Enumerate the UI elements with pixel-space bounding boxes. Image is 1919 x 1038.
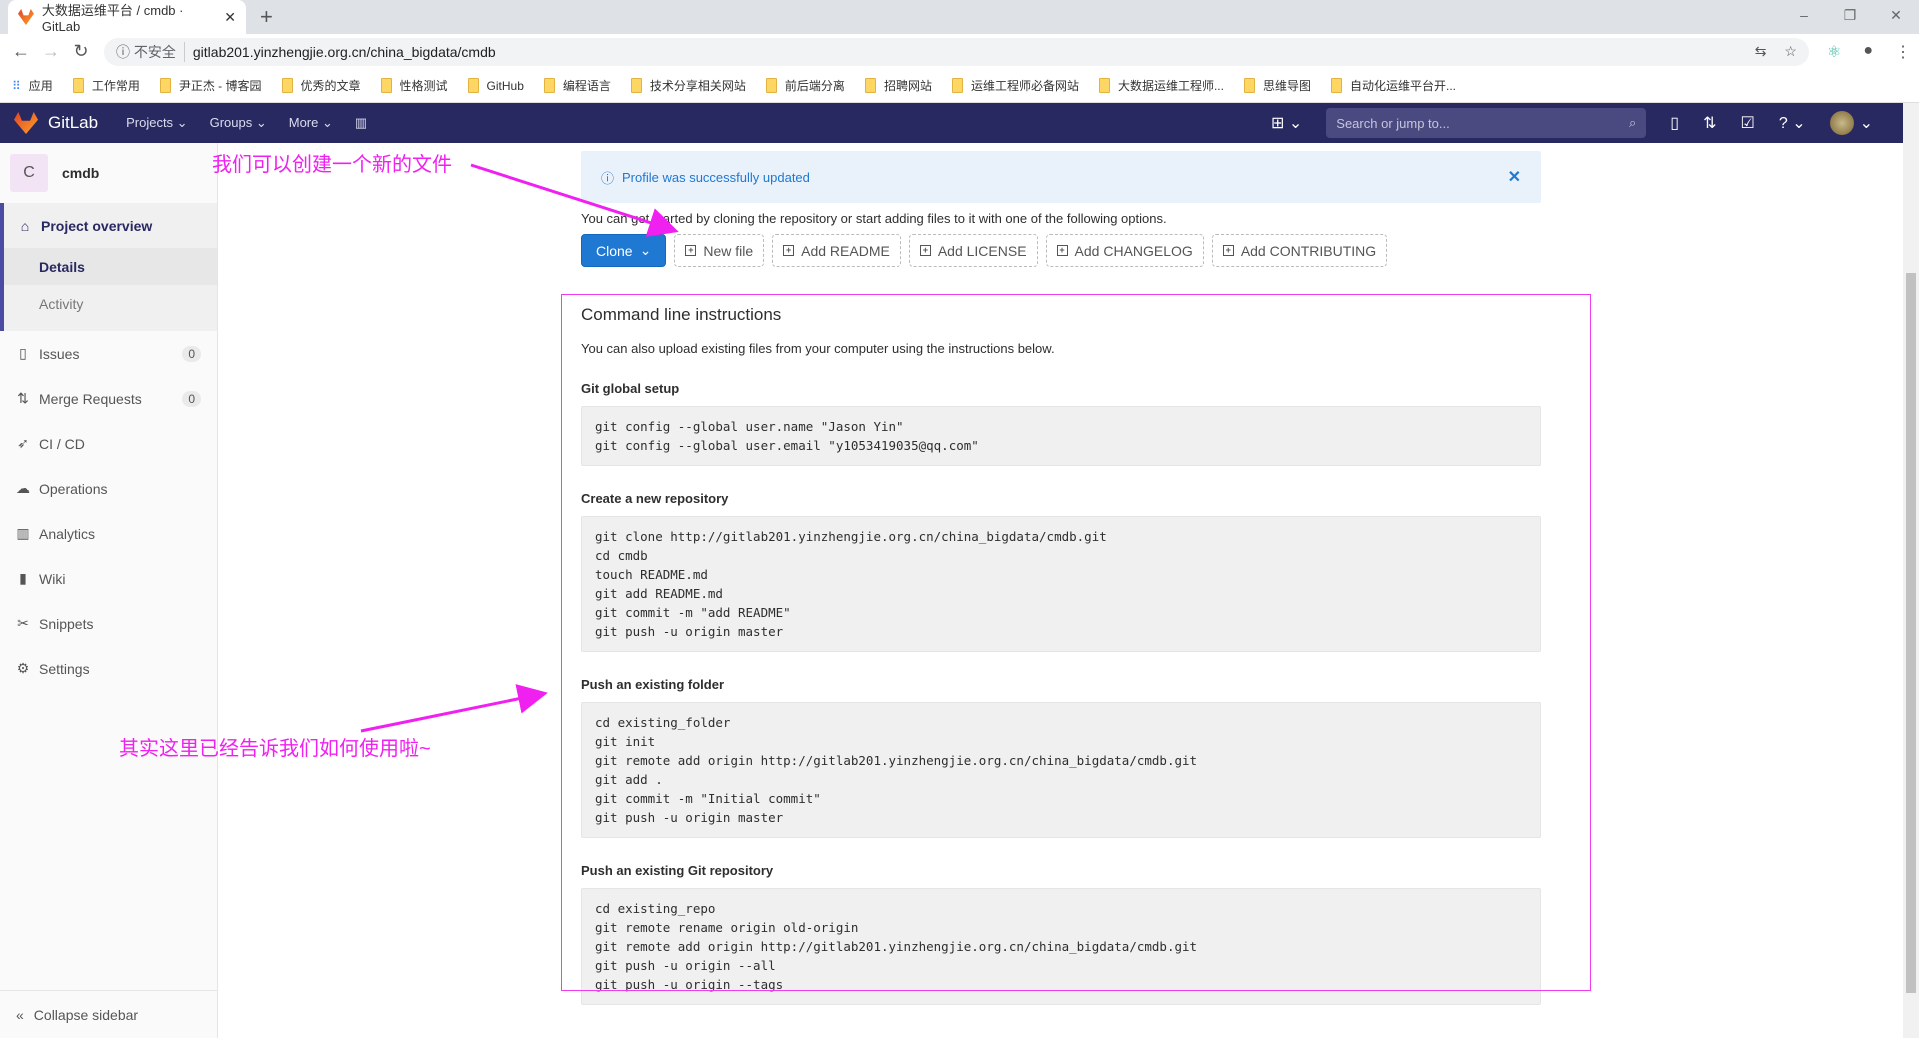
arrow-to-new-file — [470, 163, 679, 237]
scrollbar-thumb[interactable] — [1906, 273, 1916, 993]
page-scrollbar[interactable] — [1903, 103, 1919, 1038]
annotation-arrows — [360, 163, 679, 733]
arrow-to-instructions — [360, 684, 548, 733]
